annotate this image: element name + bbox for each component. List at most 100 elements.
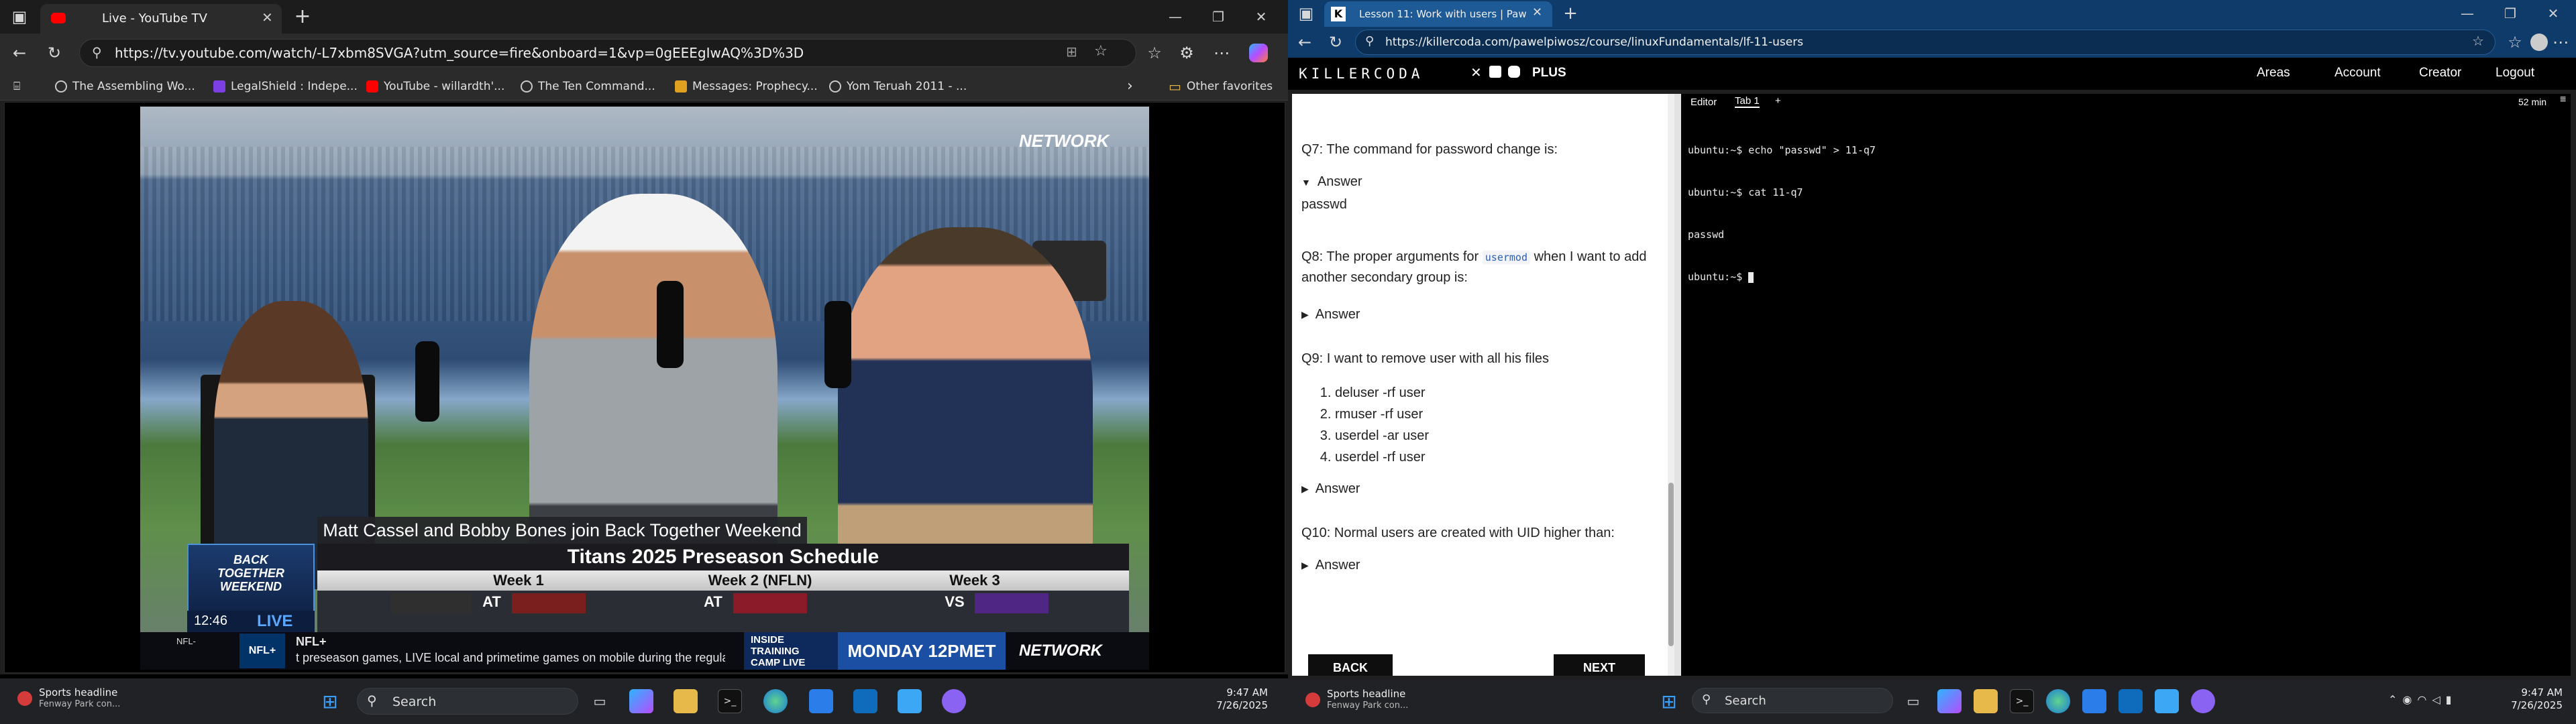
file-explorer-icon[interactable]	[674, 689, 698, 713]
clock-text: 12:46	[194, 613, 228, 628]
favorite-item[interactable]: YouTube - willardth'...	[366, 72, 504, 101]
system-tray[interactable]: ⌃◉◠◁▮	[2388, 693, 2457, 706]
refresh-icon[interactable]: ↻	[1322, 28, 1350, 56]
task-view-icon[interactable]: ▭	[588, 689, 612, 713]
nav-creator[interactable]: Creator	[2419, 66, 2461, 80]
outlook-icon[interactable]	[853, 689, 877, 713]
minimize-icon[interactable]: —	[2446, 0, 2489, 27]
linkedin-icon[interactable]	[1489, 66, 1501, 78]
hamburger-menu-icon[interactable]: ≡	[2560, 94, 2566, 106]
other-favorites[interactable]: ▭ Other favorites	[1169, 72, 1273, 101]
weather-widget[interactable]: Sports headline Fenway Park con...	[1305, 688, 1408, 712]
killercoda-logo[interactable]: KILLERCODA	[1299, 66, 1424, 82]
file-explorer-icon[interactable]	[1974, 689, 1998, 713]
network-icon[interactable]: ◉	[2402, 693, 2417, 706]
week-label: Week 2 (NFLN)	[708, 572, 812, 589]
nav-logout[interactable]: Logout	[2496, 66, 2534, 80]
next-button[interactable]: NEXT	[1554, 654, 1645, 676]
restore-icon[interactable]: ❐	[1197, 0, 1240, 34]
q8-answer-toggle[interactable]: ▶ Answer	[1301, 307, 1360, 322]
taskbar-search[interactable]: ⚲ Search	[1692, 688, 1893, 713]
photos-icon[interactable]	[2155, 689, 2179, 713]
close-window-icon[interactable]: ✕	[1240, 0, 1283, 34]
favorites-overflow-icon[interactable]: ›	[1127, 72, 1133, 101]
minimize-icon[interactable]: —	[1154, 0, 1197, 34]
nav-account[interactable]: Account	[2334, 66, 2381, 80]
lesson-scrollbar[interactable]	[1668, 94, 1674, 676]
volume-icon[interactable]: ◁	[2432, 693, 2445, 706]
clock[interactable]: 9:47 AM 7/26/2025	[2489, 686, 2563, 712]
wifi-icon[interactable]: ◠	[2417, 693, 2432, 706]
windows-start-icon[interactable]: ⊞	[1657, 689, 1681, 713]
taskbar-search[interactable]: ⚲ Search	[357, 688, 578, 715]
close-window-icon[interactable]: ✕	[2532, 0, 2575, 27]
editor-tab[interactable]: Editor	[1690, 97, 1717, 108]
favorite-item[interactable]: Messages: Prophecy...	[675, 72, 818, 101]
favorite-star-icon[interactable]: ☆	[1094, 43, 1108, 60]
twitter-icon[interactable]: ✕	[1470, 64, 1482, 80]
app-icon[interactable]	[2191, 689, 2215, 713]
terminal-panel: Editor Tab 1 + 52 min ≡ ubuntu:~$ echo "…	[1681, 94, 2571, 676]
tab-close-icon[interactable]: ✕	[1532, 5, 1542, 19]
address-bar[interactable]: ⚲ https://killercoda.com/pawelpiwosz/cou…	[1355, 29, 2496, 55]
favorites-icon[interactable]: ☆	[2501, 28, 2529, 56]
tab-close-icon[interactable]: ✕	[262, 9, 273, 25]
copilot-icon[interactable]	[1937, 689, 1962, 713]
q7-answer-toggle[interactable]: ▼ Answer	[1301, 174, 1362, 190]
refresh-icon[interactable]: ↻	[40, 39, 68, 67]
restore-icon[interactable]: ❐	[2489, 0, 2532, 27]
store-icon[interactable]	[809, 689, 833, 713]
site-info-icon[interactable]: ⚲	[1365, 34, 1374, 48]
edge-icon[interactable]	[763, 689, 788, 713]
favorite-star-icon[interactable]: ☆	[2472, 33, 2484, 49]
favorite-item[interactable]: The Assembling Wo...	[55, 72, 195, 101]
q10-answer-toggle[interactable]: ▶ Answer	[1301, 558, 1360, 573]
more-menu-icon[interactable]: ⋯	[2549, 28, 2572, 56]
new-tab-button[interactable]: +	[1556, 0, 1585, 27]
outlook-icon[interactable]	[2118, 689, 2143, 713]
app-icon[interactable]	[942, 689, 966, 713]
terminal-app-icon[interactable]: >_	[2010, 689, 2034, 713]
tray-overflow-icon[interactable]: ⌃	[2388, 693, 2402, 706]
add-terminal-tab[interactable]: +	[1775, 95, 1781, 107]
back-icon[interactable]: ←	[5, 39, 34, 67]
app-available-icon[interactable]: ⊞	[1066, 44, 1077, 60]
tab-actions-icon[interactable]: ▣	[5, 3, 34, 31]
photos-icon[interactable]	[898, 689, 922, 713]
profile-avatar[interactable]	[2530, 34, 2548, 51]
back-button[interactable]: BACK	[1308, 654, 1393, 676]
favorite-item[interactable]: LegalShield : Indepe...	[213, 72, 358, 101]
tab-actions-icon[interactable]: ▣	[1292, 0, 1320, 27]
lesson-scrollbar-thumb[interactable]	[1668, 483, 1674, 646]
tab-youtube-tv[interactable]: Live - YouTube TV ✕	[40, 4, 282, 34]
favorites-icon[interactable]: ☆	[1140, 39, 1169, 67]
battery-icon[interactable]: ▮	[2446, 693, 2457, 706]
more-menu-icon[interactable]: ⋯	[1208, 39, 1236, 67]
terminal-app-icon[interactable]: >_	[718, 689, 742, 713]
task-view-icon[interactable]: ▭	[1901, 689, 1925, 713]
nav-areas[interactable]: Areas	[2257, 66, 2290, 80]
back-icon[interactable]: ←	[1291, 28, 1319, 56]
edge-icon[interactable]	[2046, 689, 2070, 713]
tab-killercoda[interactable]: K Lesson 11: Work with users | Pawe ✕	[1324, 1, 1552, 27]
video-player[interactable]: NETWORK Matt Cassel and Bobby Bones join…	[140, 107, 1149, 670]
q9-answer-toggle[interactable]: ▶ Answer	[1301, 481, 1360, 497]
windows-start-icon[interactable]: ⊞	[318, 689, 342, 713]
store-icon[interactable]	[2082, 689, 2106, 713]
favorite-item[interactable]: The Ten Command...	[521, 72, 655, 101]
clock[interactable]: 9:47 AM 7/26/2025	[1194, 686, 1268, 712]
discord-icon[interactable]	[1508, 66, 1520, 78]
copilot-icon[interactable]	[1249, 44, 1268, 62]
extensions-icon[interactable]: ⚙	[1173, 39, 1201, 67]
terminal-output[interactable]: ubuntu:~$ echo "passwd" > 11-q7 ubuntu:~…	[1688, 115, 2560, 665]
plus-badge[interactable]: PLUS	[1532, 66, 1566, 80]
favorite-folder-icon[interactable]: ⌸	[13, 72, 20, 101]
weather-widget[interactable]: Sports headline Fenway Park con...	[17, 686, 120, 711]
new-tab-button[interactable]: +	[288, 3, 317, 31]
terminal-tab-1[interactable]: Tab 1	[1735, 95, 1760, 108]
site-info-icon[interactable]: ⚲	[92, 44, 102, 60]
panel-divider[interactable]	[1674, 94, 1681, 676]
favorite-item[interactable]: Yom Teruah 2011 - ...	[829, 72, 967, 101]
copilot-icon[interactable]	[629, 689, 653, 713]
address-bar[interactable]: ⚲ https://tv.youtube.com/watch/-L7xbm8SV…	[79, 39, 1136, 67]
